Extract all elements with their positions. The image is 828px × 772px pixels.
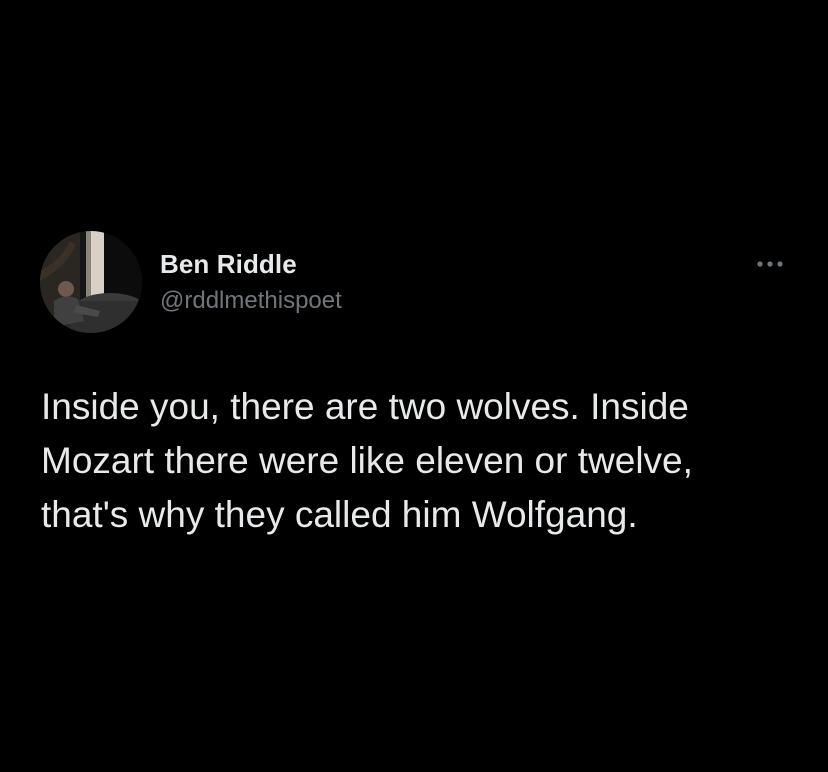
tweet-card: Ben Riddle @rddlmethispoet Inside you, t…: [0, 0, 828, 772]
avatar[interactable]: [40, 231, 142, 333]
tweet-text-line: Inside you, there are two wolves. Inside: [41, 386, 689, 427]
more-options-button[interactable]: [750, 252, 790, 276]
tweet-text-line: Mozart there were like eleven or twelve,: [41, 440, 693, 481]
user-handle[interactable]: @rddlmethispoet: [160, 287, 342, 315]
ellipsis-icon: [757, 261, 783, 267]
tweet-text: Inside you, there are two wolves. Inside…: [41, 380, 801, 542]
tweet-text-line: that's why they called him Wolfgang.: [41, 494, 638, 535]
display-name[interactable]: Ben Riddle: [160, 249, 297, 280]
avatar-photo-icon: [40, 231, 142, 333]
